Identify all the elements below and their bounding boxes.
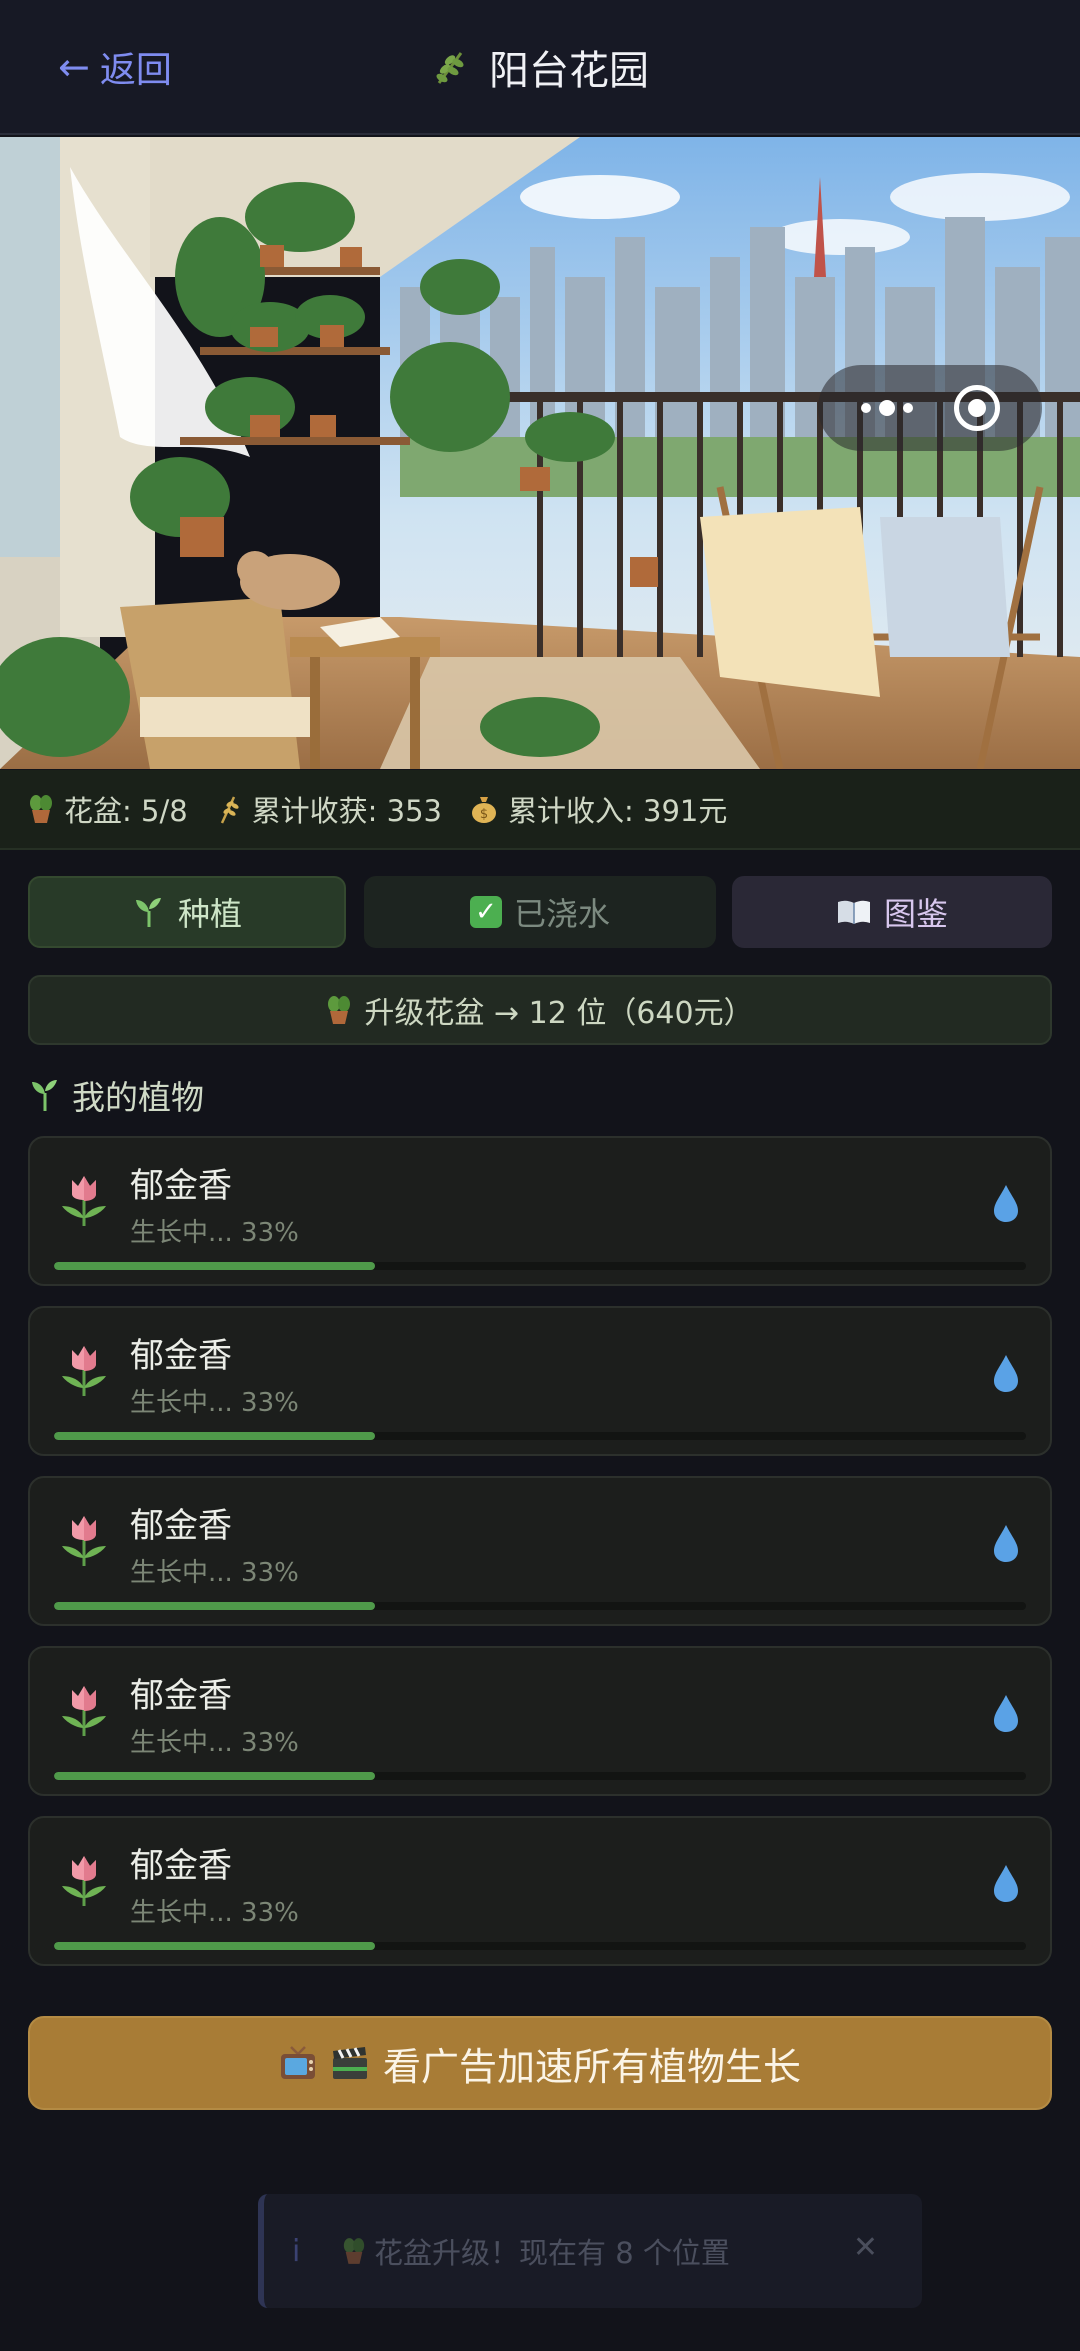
page-title: 阳台花园 (0, 38, 1080, 96)
plant-status: 生长中... 33% (130, 1388, 299, 1418)
herb-icon (436, 52, 464, 84)
water-drop-icon[interactable] (992, 1353, 1020, 1393)
progress-bar (54, 1602, 1026, 1610)
plant-status: 生长中... 33% (130, 1558, 299, 1588)
tv-icon (280, 2046, 315, 2079)
potted-plant-icon (328, 996, 351, 1024)
stat-pots-text: 花盆: 5/8 (64, 794, 188, 828)
plant-list: 郁金香 生长中... 33% 郁金香 生长中... 33% 郁金香 生长中...… (28, 1136, 1052, 1986)
section-title: 我的植物 (28, 1073, 204, 1117)
tulip-icon (62, 1176, 106, 1226)
stats-bar: 花盆: 5/8 累计收获: 353 $ 累计收入: 391元 (0, 770, 1080, 850)
section-title-text: 我的植物 (72, 1078, 204, 1117)
seedling-icon (135, 898, 161, 927)
progress-bar (54, 1772, 1026, 1780)
plant-card[interactable]: 郁金香 生长中... 33% (28, 1476, 1052, 1626)
plant-name: 郁金香 (130, 1676, 232, 1716)
page-title-text: 阳台花园 (489, 48, 649, 94)
wheat-icon (220, 796, 239, 824)
plant-card[interactable]: 郁金香 生长中... 33% (28, 1136, 1052, 1286)
plant-status: 生长中... 33% (130, 1218, 299, 1248)
toast-message: 花盆升级！现在有 8 个位置 (342, 2230, 730, 2272)
plant-name: 郁金香 (130, 1166, 232, 1206)
stat-pots: 花盆: 5/8 (28, 788, 188, 830)
stat-income-text: 累计收入: 391元 (508, 794, 728, 828)
progress-fill (54, 1432, 375, 1440)
watered-button[interactable]: ✓ 已浇水 (364, 876, 716, 948)
target-close-icon[interactable] (953, 385, 1000, 431)
plant-card[interactable]: 郁金香 生长中... 33% (28, 1646, 1052, 1796)
upgrade-pot-label: 升级花盆 → 12 位（640元） (364, 996, 754, 1031)
tulip-icon (62, 1856, 106, 1906)
watch-ad-label: 看广告加速所有植物生长 (382, 2044, 801, 2089)
guide-button-label: 图鉴 (883, 895, 948, 933)
progress-bar (54, 1262, 1026, 1270)
plant-card[interactable]: 郁金香 生长中... 33% (28, 1816, 1052, 1966)
plant-name: 郁金香 (130, 1846, 232, 1886)
action-buttons: 种植 ✓ 已浇水 图鉴 (28, 876, 1052, 948)
money-bag-icon: $ (472, 797, 497, 823)
water-drop-icon[interactable] (992, 1183, 1020, 1223)
tulip-icon (62, 1346, 106, 1396)
toast-message-text: 花盆升级！现在有 8 个位置 (374, 2236, 730, 2270)
progress-fill (54, 1942, 375, 1950)
watered-button-label: 已浇水 (513, 895, 610, 933)
clapper-board-icon (332, 2047, 367, 2079)
guide-button[interactable]: 图鉴 (732, 876, 1052, 948)
upgrade-pot-button[interactable]: 升级花盆 → 12 位（640元） (28, 975, 1052, 1045)
progress-fill (54, 1602, 375, 1610)
stat-harvest-text: 累计收获: 353 (251, 794, 443, 828)
close-icon[interactable]: ✕ (853, 2230, 878, 2265)
info-icon: i (292, 2233, 301, 2269)
plant-name: 郁金香 (130, 1336, 232, 1376)
plant-name: 郁金香 (130, 1506, 232, 1546)
check-icon: ✓ (469, 896, 502, 928)
stat-income: $ 累计收入: 391元 (470, 788, 727, 830)
water-drop-icon[interactable] (992, 1523, 1020, 1563)
water-drop-icon[interactable] (992, 1693, 1020, 1733)
potted-plant-icon (30, 795, 52, 823)
plant-status: 生长中... 33% (130, 1898, 299, 1928)
tulip-icon (62, 1686, 106, 1736)
progress-fill (54, 1262, 375, 1270)
toast-notification: i 花盆升级！现在有 8 个位置 ✕ (258, 2194, 922, 2308)
potted-plant-icon (343, 2238, 365, 2264)
watch-ad-button[interactable]: 看广告加速所有植物生长 (28, 2016, 1052, 2110)
progress-bar (54, 1942, 1026, 1950)
plant-card[interactable]: 郁金香 生长中... 33% (28, 1306, 1052, 1456)
progress-bar (54, 1432, 1026, 1440)
plant-button-label: 种植 (177, 895, 242, 933)
stat-harvest: 累计收获: 353 (216, 788, 442, 830)
plant-button[interactable]: 种植 (28, 876, 346, 948)
tulip-icon (62, 1516, 106, 1566)
progress-fill (54, 1772, 375, 1780)
mini-program-capsule (818, 365, 1042, 451)
plant-status: 生长中... 33% (130, 1728, 299, 1758)
open-book-icon (837, 900, 870, 924)
seedling-icon (32, 1080, 57, 1111)
top-bar: ← 返回 阳台花园 (0, 0, 1080, 135)
balcony-illustration (0, 137, 1080, 769)
svg-text:$: $ (480, 807, 488, 822)
more-dots-icon[interactable] (860, 400, 913, 416)
water-drop-icon[interactable] (992, 1863, 1020, 1903)
